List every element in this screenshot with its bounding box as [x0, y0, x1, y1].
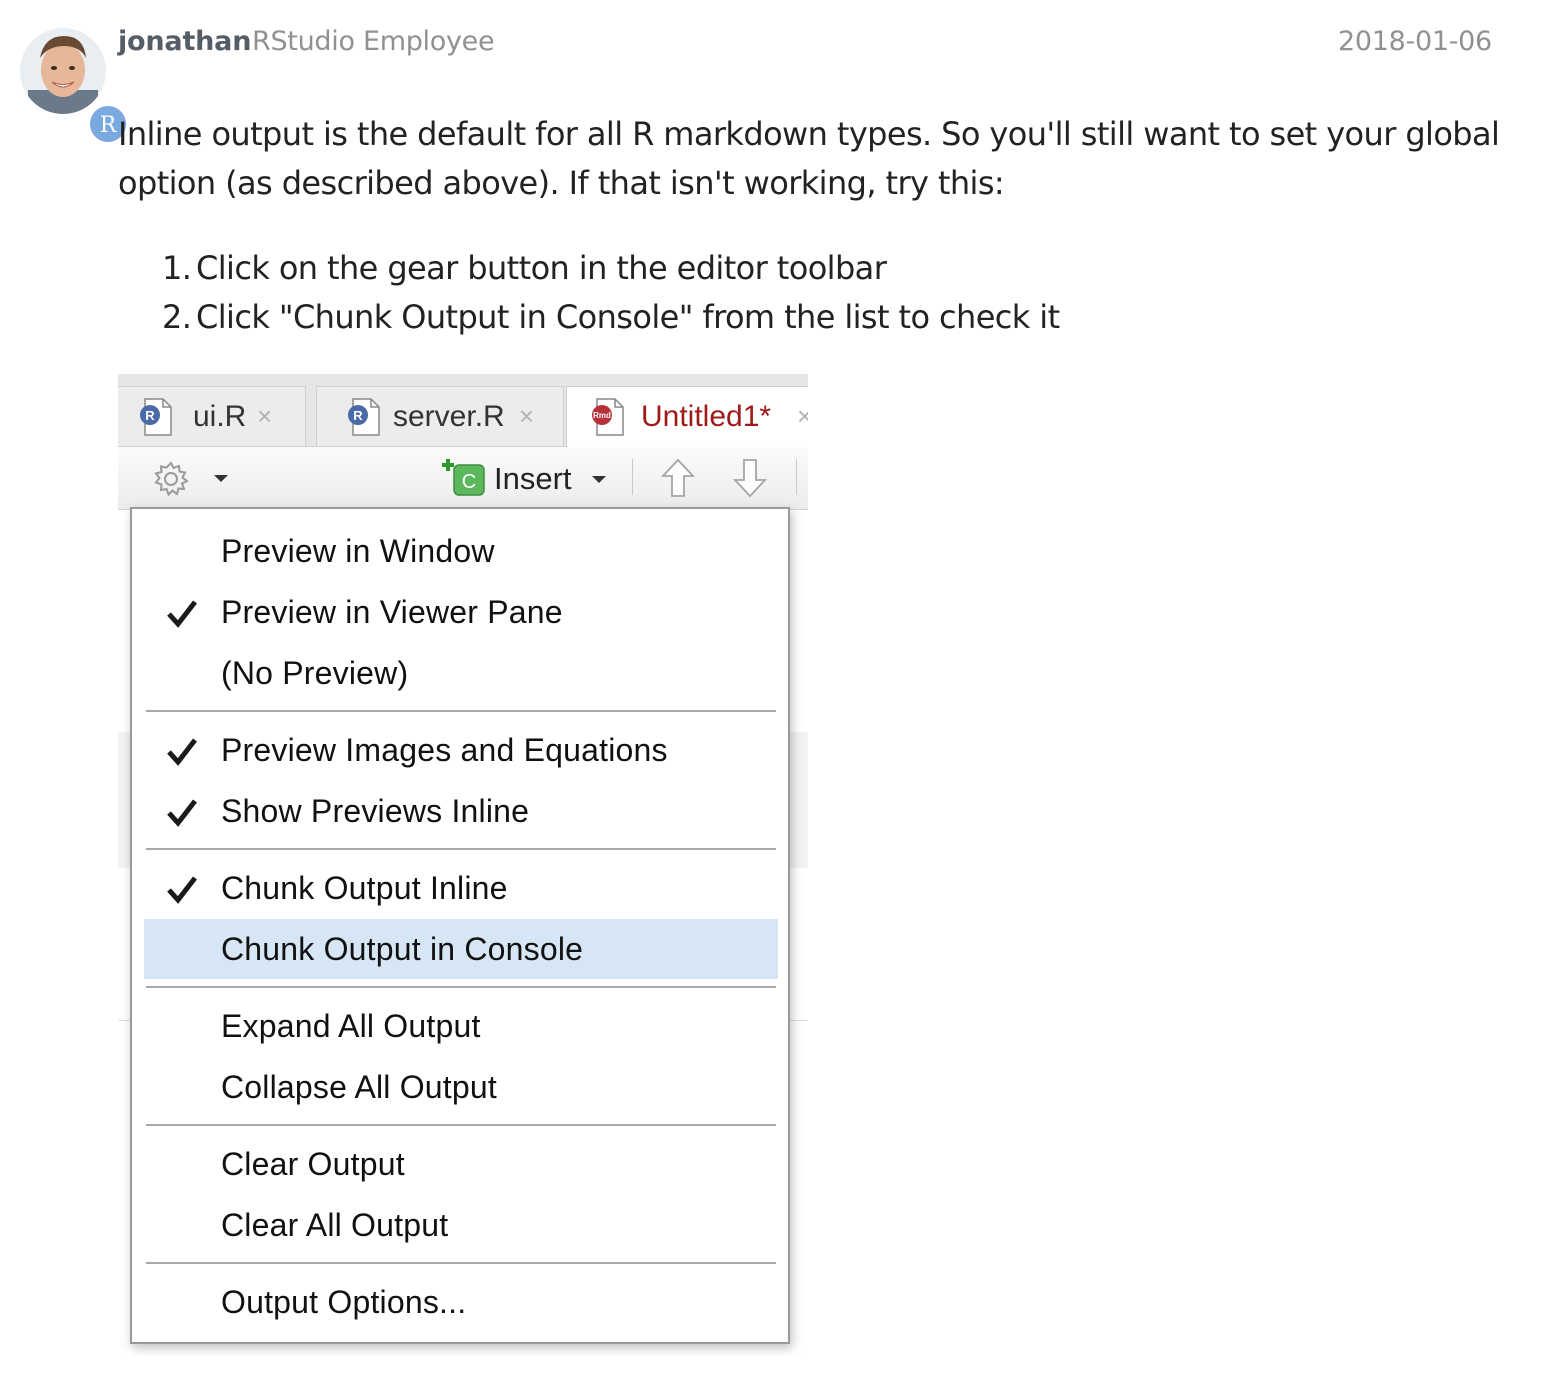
menu-item-no-preview[interactable]: (No Preview)	[144, 643, 778, 703]
tab-label: ui.R	[193, 400, 247, 433]
arrow-up-icon[interactable]	[660, 457, 696, 499]
menu-item-label: Chunk Output in Console	[221, 931, 584, 967]
menu-item-label: Preview in Window	[221, 533, 495, 569]
embedded-screenshot[interactable]: R ui.R × R server.R × Rmd Untitled1* × C…	[118, 374, 808, 1356]
tab-label: Untitled1*	[641, 400, 772, 433]
username[interactable]: jonathan	[118, 26, 251, 57]
menu-item-label: (No Preview)	[221, 655, 409, 691]
close-icon[interactable]: ×	[257, 401, 272, 432]
svg-text:R: R	[353, 408, 363, 423]
list-number: 2.	[162, 298, 192, 336]
user-photo	[20, 28, 106, 114]
insert-chunk-icon[interactable]: C	[438, 455, 488, 499]
menu-item-clear-output[interactable]: Clear Output	[144, 1134, 778, 1194]
tab-server-r[interactable]: R server.R ×	[316, 386, 564, 446]
toolbar-divider	[796, 459, 797, 495]
menu-item-label: Expand All Output	[221, 1008, 481, 1044]
checkmark-icon	[167, 738, 197, 766]
menu-item-chunk-output-inline[interactable]: Chunk Output Inline	[144, 858, 778, 918]
close-icon[interactable]: ×	[519, 401, 534, 432]
forum-post: R jonathan RStudio Employee 2018-01-06 I…	[0, 0, 1554, 1391]
close-icon[interactable]: ×	[797, 401, 808, 432]
list-item: 2. Click "Chunk Output in Console" from …	[118, 293, 1418, 342]
gear-dropdown-menu: Preview in Window Preview in Viewer Pane…	[130, 507, 790, 1344]
toolbar-divider	[632, 459, 633, 495]
avatar[interactable]: R	[20, 28, 128, 144]
menu-separator	[146, 1262, 776, 1264]
menu-item-label: Collapse All Output	[221, 1069, 497, 1105]
chevron-down-icon[interactable]	[592, 476, 606, 483]
menu-item-clear-all-output[interactable]: Clear All Output	[144, 1195, 778, 1255]
menu-item-expand-all-output[interactable]: Expand All Output	[144, 996, 778, 1056]
insert-button-label[interactable]: Insert	[494, 461, 572, 497]
menu-separator	[146, 710, 776, 712]
menu-separator	[146, 848, 776, 850]
svg-text:C: C	[462, 471, 476, 493]
post-date[interactable]: 2018-01-06	[1338, 26, 1492, 57]
menu-item-preview-images-and-equations[interactable]: Preview Images and Equations	[144, 720, 778, 780]
user-title: RStudio Employee	[252, 26, 495, 57]
menu-item-preview-in-window[interactable]: Preview in Window	[144, 521, 778, 581]
editor-tab-bar: R ui.R × R server.R × Rmd Untitled1* ×	[118, 374, 808, 447]
tab-label: server.R	[393, 400, 505, 433]
menu-item-collapse-all-output[interactable]: Collapse All Output	[144, 1057, 778, 1117]
checkmark-icon	[167, 600, 197, 628]
r-script-file-icon: R	[140, 398, 172, 436]
editor-toolbar: · C Insert	[118, 447, 808, 510]
menu-item-label: Clear Output	[221, 1146, 405, 1182]
tab-ui-r[interactable]: R ui.R ×	[118, 386, 306, 446]
svg-text:Rmd: Rmd	[593, 411, 611, 420]
toolbar-overflow-mark: ·	[118, 469, 120, 490]
post-paragraph: Inline output is the default for all R m…	[118, 115, 1500, 202]
chevron-down-icon[interactable]	[214, 475, 228, 482]
menu-separator	[146, 986, 776, 988]
gear-icon[interactable]	[152, 460, 190, 498]
menu-separator	[146, 1124, 776, 1126]
r-script-file-icon: R	[348, 398, 380, 436]
menu-item-output-options[interactable]: Output Options...	[144, 1272, 778, 1332]
menu-item-preview-in-viewer-pane[interactable]: Preview in Viewer Pane	[144, 582, 778, 642]
checkmark-icon	[167, 876, 197, 904]
menu-item-label: Show Previews Inline	[221, 793, 530, 829]
list-item: 1. Click on the gear button in the edito…	[118, 244, 1418, 293]
list-item-text: Click "Chunk Output in Console" from the…	[196, 298, 1060, 336]
tab-untitled1[interactable]: Rmd Untitled1* ×	[566, 386, 808, 447]
menu-item-label: Chunk Output Inline	[221, 870, 508, 906]
svg-text:R: R	[145, 408, 155, 423]
list-item-text: Click on the gear button in the editor t…	[196, 249, 887, 287]
menu-item-label: Preview in Viewer Pane	[221, 594, 563, 630]
rmarkdown-file-icon: Rmd	[592, 398, 624, 436]
menu-item-label: Clear All Output	[221, 1207, 449, 1243]
menu-item-label: Preview Images and Equations	[221, 732, 668, 768]
steps-list: 1. Click on the gear button in the edito…	[118, 244, 1418, 342]
checkmark-icon	[167, 799, 197, 827]
list-number: 1.	[162, 249, 192, 287]
menu-item-show-previews-inline[interactable]: Show Previews Inline	[144, 781, 778, 841]
menu-item-label: Output Options...	[221, 1284, 467, 1320]
arrow-down-icon[interactable]	[732, 457, 768, 499]
menu-item-chunk-output-in-console[interactable]: Chunk Output in Console	[144, 919, 778, 979]
